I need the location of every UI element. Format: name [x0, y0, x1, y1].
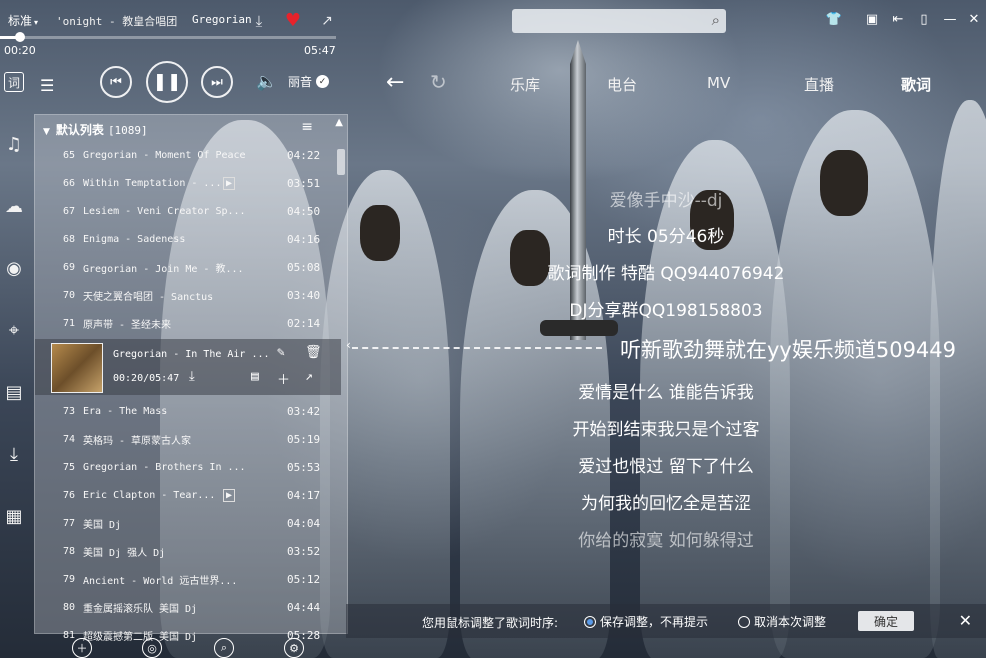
previous-icon: ⏮ [110, 74, 122, 90]
close-icon[interactable]: ✕ [959, 611, 972, 630]
search-icon[interactable]: ⌕ [214, 638, 234, 658]
lyric-line[interactable]: 爱像手中沙--dj [0, 186, 986, 211]
skin-icon[interactable]: 👕 [824, 8, 844, 30]
list-toggle-icon[interactable]: ☰ [40, 76, 54, 95]
minimize-icon[interactable]: — [940, 8, 960, 30]
lyric-line[interactable]: 为何我的回忆全是苦涩 [0, 489, 986, 514]
mini-mode-icon[interactable]: ⇤ [888, 8, 908, 30]
playlist-title: 默认列表 [55, 123, 104, 137]
volume-icon[interactable]: 🔈 [256, 72, 277, 92]
previous-button[interactable]: ⏮ [100, 66, 132, 98]
current-lyric-line[interactable]: 听新歌劲舞就在yy娱乐频道509449 [0, 334, 986, 364]
download-icon[interactable]: ⤓ [248, 10, 270, 32]
playlist-toolbar: ＋ ◎ ⌕ ⚙ [34, 634, 348, 658]
time-total: 05:47 [304, 44, 336, 57]
playlist-row[interactable]: 65 Gregorian - Moment Of Peace 04:22 [35, 141, 341, 169]
tab-live[interactable]: 直播 [804, 74, 834, 95]
progress-knob[interactable] [15, 32, 26, 42]
track-duration: 04:22 [287, 148, 321, 162]
locate-icon[interactable]: ◎ [142, 638, 162, 658]
progress-bar[interactable] [0, 32, 336, 42]
search-icon[interactable]: ⌕ [712, 11, 720, 29]
lyric-line[interactable]: 开始到结束我只是个过客 [0, 415, 986, 440]
playlist-header[interactable]: ▼ 默认列表 [1089] [43, 121, 148, 138]
music-icon[interactable]: ♫ [2, 132, 26, 156]
radio-checked-icon [584, 615, 596, 628]
track-duration: 04:44 [287, 600, 321, 614]
next-button[interactable]: ⏭ [201, 66, 233, 98]
pause-icon: ❚❚ [152, 72, 182, 92]
tab-radio[interactable]: 电台 [607, 74, 637, 95]
cancel-adjust-radio[interactable]: 取消本次调整 [738, 613, 826, 630]
next-icon: ⏭ [211, 74, 223, 90]
refresh-icon[interactable]: ↻ [430, 70, 447, 94]
track-duration: 05:12 [287, 572, 321, 586]
settings-icon[interactable]: ⚙ [284, 638, 304, 658]
track-number: 79 [63, 573, 76, 585]
share-icon[interactable]: ↗ [316, 10, 338, 32]
tab-library[interactable]: 乐库 [510, 74, 540, 95]
lyric-line[interactable]: 爱过也恨过 留下了什么 [0, 452, 986, 477]
tab-mv[interactable]: MV [707, 74, 730, 92]
menu-icon[interactable]: ▣ [862, 8, 882, 30]
playlist-menu-icon[interactable]: ≡ [301, 119, 313, 135]
cancel-adjust-label: 取消本次调整 [754, 615, 827, 629]
pause-button[interactable]: ❚❚ [146, 61, 188, 103]
scroll-up-icon[interactable]: ▲ [335, 117, 343, 128]
track-number: 65 [63, 149, 76, 161]
lyric-line[interactable]: 时长 05分46秒 [0, 222, 986, 247]
playlist-row[interactable]: 79 Ancient - World 远古世界... 05:12 [35, 565, 341, 593]
sound-effect-toggle[interactable]: 丽音 ✓ [288, 73, 330, 90]
song-title: 'onight - 教皇合唱团 [56, 15, 178, 28]
lyric-toggle-button[interactable]: 词 [2, 70, 26, 94]
notice-text: 您用鼠标调整了歌词时序: [422, 616, 559, 630]
collapse-icon: ▼ [43, 127, 50, 137]
search-input[interactable]: ⌕ [512, 9, 726, 33]
phone-icon[interactable]: ▯ [914, 8, 934, 30]
lyric-line[interactable]: DJ分享群QQ198158803 [0, 296, 986, 321]
playlist-row[interactable]: 80 重金属摇滚乐队 美国 Dj 04:44 [35, 593, 341, 621]
confirm-button[interactable]: 确定 [858, 611, 914, 631]
top-bar: 标准 ▾ 'onight - 教皇合唱团 Gregorian ⤓ ♥ ↗ 00:2… [0, 0, 986, 57]
check-icon: ✓ [316, 75, 330, 88]
add-icon[interactable]: ＋ [72, 638, 92, 658]
lyric-line[interactable]: 你给的寂寞 如何躲得过 [0, 526, 986, 551]
lyric-adjust-notice: 您用鼠标调整了歌词时序: 保存调整，不再提示 取消本次调整 确定 ✕ [346, 604, 986, 638]
save-adjust-radio[interactable]: 保存调整，不再提示 [584, 613, 708, 630]
tab-lyrics[interactable]: 歌词 [901, 74, 931, 95]
lyric-line[interactable]: 爱情是什么 谁能告诉我 [0, 378, 986, 403]
chevron-down-icon: ▾ [34, 18, 39, 27]
radio-unchecked-icon [738, 615, 750, 628]
playlist-count: [1089] [107, 124, 148, 137]
close-icon[interactable]: ✕ [964, 8, 984, 30]
quality-selector[interactable]: 标准 ▾ [8, 12, 38, 29]
lyric-label: 词 [4, 72, 24, 92]
quality-label: 标准 [8, 14, 33, 28]
time-current: 00:20 [4, 44, 36, 57]
sound-effect-label: 丽音 [288, 75, 313, 89]
track-number: 80 [63, 601, 76, 613]
artist-name[interactable]: Gregorian [192, 13, 252, 26]
heart-icon[interactable]: ♥ [282, 9, 304, 31]
back-icon[interactable]: ← [386, 70, 404, 95]
lyric-line[interactable]: 歌词制作 特酷 QQ944076942 [0, 259, 986, 284]
save-adjust-label: 保存调整，不再提示 [600, 615, 709, 629]
